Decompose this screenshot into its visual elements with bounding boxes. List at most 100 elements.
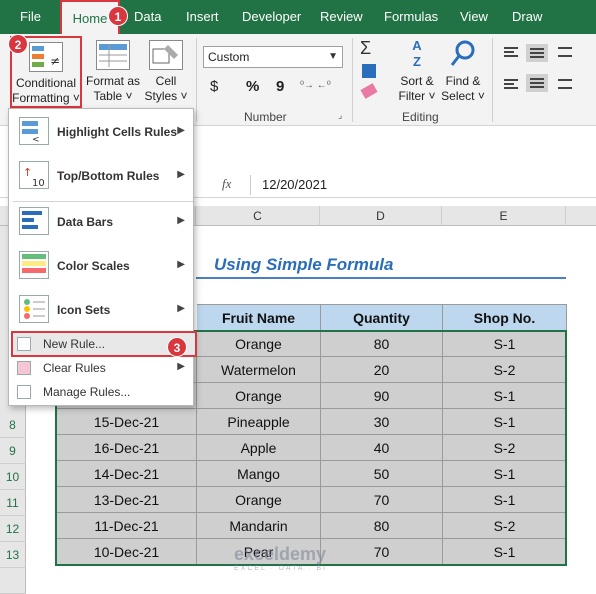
row-header-8[interactable]: 8	[0, 412, 26, 438]
cell-quantity[interactable]: 20	[320, 356, 443, 383]
cell-shop[interactable]: S-1	[442, 486, 567, 513]
fill-icon[interactable]	[362, 64, 376, 78]
cell-fruit[interactable]: Orange	[196, 486, 321, 513]
magnifier-icon	[440, 38, 486, 74]
title-underline	[196, 277, 566, 279]
cell-fruit[interactable]: Orange	[196, 330, 321, 357]
menu-item-data-bars[interactable]: Data Bars ▶	[9, 207, 193, 239]
tab-file[interactable]: File	[12, 0, 49, 34]
percent-button[interactable]: %	[246, 78, 259, 95]
find-select-label-2: Select ˅	[441, 89, 485, 103]
sort-filter-button[interactable]: AZ Sort & Filter ˅	[396, 38, 438, 104]
tab-developer[interactable]: Developer	[234, 0, 309, 34]
cell-date[interactable]: 11-Dec-21	[56, 512, 197, 539]
column-header-d[interactable]: D	[320, 206, 442, 226]
svg-text:≠: ≠	[50, 54, 60, 68]
row-header-13[interactable]: 13	[0, 542, 26, 568]
row-header-9[interactable]: 9	[0, 438, 26, 464]
cell-fruit[interactable]: Pineapple	[196, 408, 321, 435]
cell-date[interactable]: 10-Dec-21	[56, 538, 197, 565]
header-cell-fruit[interactable]: Fruit Name	[196, 304, 321, 331]
find-select-button[interactable]: Find & Select ˅	[440, 38, 486, 104]
table-row: 16-Dec-21 Apple 40 S-2	[56, 434, 567, 461]
watermark-tagline: EXCEL · DATA · BI	[234, 565, 327, 572]
chevron-right-icon: ▶	[177, 215, 185, 226]
menu-divider	[13, 201, 193, 202]
row-header-11[interactable]: 11	[0, 490, 26, 516]
cell-quantity[interactable]: 40	[320, 434, 443, 461]
cell-quantity[interactable]: 70	[320, 538, 443, 565]
new-rule-icon	[17, 337, 31, 351]
cell-shop[interactable]: S-1	[442, 538, 567, 565]
decimal-buttons[interactable]: ⁰→ ←⁰	[300, 80, 340, 96]
column-header-blank	[566, 206, 596, 226]
step-badge-3: 3	[167, 337, 187, 357]
conditional-formatting-icon: ≠	[29, 42, 63, 72]
watermark-name: exceldemy	[234, 544, 327, 564]
cell-quantity[interactable]: 80	[320, 330, 443, 357]
dialog-launcher-icon[interactable]: ⌟	[338, 110, 342, 121]
header-cell-quantity[interactable]: Quantity	[320, 304, 443, 331]
comma-style-button[interactable]: 9	[276, 78, 284, 95]
menu-item-highlight-cells-rules[interactable]: < Highlight Cells Rules ▶	[9, 117, 193, 149]
cell-shop[interactable]: S-2	[442, 434, 567, 461]
cell-fruit[interactable]: Mango	[196, 460, 321, 487]
menu-item-new-rule[interactable]: New Rule...	[9, 335, 193, 355]
cell-quantity[interactable]: 70	[320, 486, 443, 513]
cell-fruit[interactable]: Orange	[196, 382, 321, 409]
tab-data[interactable]: Data	[126, 0, 169, 34]
table-row: 11-Dec-21 Mandarin 80 S-2	[56, 512, 567, 539]
menu-item-label: Icon Sets	[57, 303, 111, 317]
tab-insert[interactable]: Insert	[178, 0, 227, 34]
format-as-table-label-1: Format as	[86, 74, 141, 88]
align-left-icon[interactable]	[502, 44, 582, 107]
chevron-right-icon: ▶	[177, 259, 185, 270]
number-format-select[interactable]: Custom ▼	[203, 46, 343, 68]
cell-shop[interactable]: S-2	[442, 356, 567, 383]
cell-shop[interactable]: S-1	[442, 460, 567, 487]
menu-item-label: Highlight Cells Rules	[57, 125, 178, 139]
cell-quantity[interactable]: 90	[320, 382, 443, 409]
menu-item-icon-sets[interactable]: Icon Sets ▶	[9, 295, 193, 327]
table-row: 13-Dec-21 Orange 70 S-1	[56, 486, 567, 513]
column-header-c[interactable]: C	[196, 206, 320, 226]
menu-item-label: Top/Bottom Rules	[57, 169, 160, 183]
menu-item-clear-rules[interactable]: Clear Rules ▶	[9, 359, 193, 379]
cell-fruit[interactable]: Watermelon	[196, 356, 321, 383]
tab-draw[interactable]: Draw	[504, 0, 550, 34]
eraser-icon[interactable]	[360, 83, 378, 99]
tab-view[interactable]: View	[452, 0, 496, 34]
cell-fruit[interactable]: Mandarin	[196, 512, 321, 539]
tab-formulas[interactable]: Formulas	[376, 0, 446, 34]
menu-item-top-bottom-rules[interactable]: ↑ 10 Top/Bottom Rules ▶	[9, 161, 193, 193]
column-header-e[interactable]: E	[442, 206, 566, 226]
menu-item-label: Color Scales	[57, 259, 130, 273]
menu-item-color-scales[interactable]: Color Scales ▶	[9, 251, 193, 283]
currency-button[interactable]: $	[210, 78, 218, 95]
tab-review[interactable]: Review	[312, 0, 371, 34]
cell-styles-button[interactable]: Cell Styles ˅	[144, 40, 188, 104]
cell-date[interactable]: 16-Dec-21	[56, 434, 197, 461]
fx-icon[interactable]: fx	[222, 176, 231, 192]
menu-item-manage-rules[interactable]: Manage Rules...	[9, 383, 193, 403]
cell-shop[interactable]: S-1	[442, 382, 567, 409]
autosum-icon[interactable]: Σ	[360, 38, 371, 59]
row-header-12[interactable]: 12	[0, 516, 26, 542]
manage-rules-icon	[17, 385, 31, 399]
format-as-table-button[interactable]: Format as Table ˅	[86, 40, 140, 104]
cell-shop[interactable]: S-2	[442, 512, 567, 539]
cell-quantity[interactable]: 30	[320, 408, 443, 435]
cell-date[interactable]: 14-Dec-21	[56, 460, 197, 487]
cell-fruit[interactable]: Apple	[196, 434, 321, 461]
cell-shop[interactable]: S-1	[442, 408, 567, 435]
data-bars-icon	[19, 207, 49, 235]
cell-quantity[interactable]: 50	[320, 460, 443, 487]
formula-input[interactable]: 12/20/2021	[262, 177, 327, 192]
highlight-cells-icon: <	[19, 117, 49, 145]
header-cell-shop[interactable]: Shop No.	[442, 304, 567, 331]
cell-shop[interactable]: S-1	[442, 330, 567, 357]
cell-date[interactable]: 13-Dec-21	[56, 486, 197, 513]
cell-date[interactable]: 15-Dec-21	[56, 408, 197, 435]
cell-quantity[interactable]: 80	[320, 512, 443, 539]
row-header-10[interactable]: 10	[0, 464, 26, 490]
